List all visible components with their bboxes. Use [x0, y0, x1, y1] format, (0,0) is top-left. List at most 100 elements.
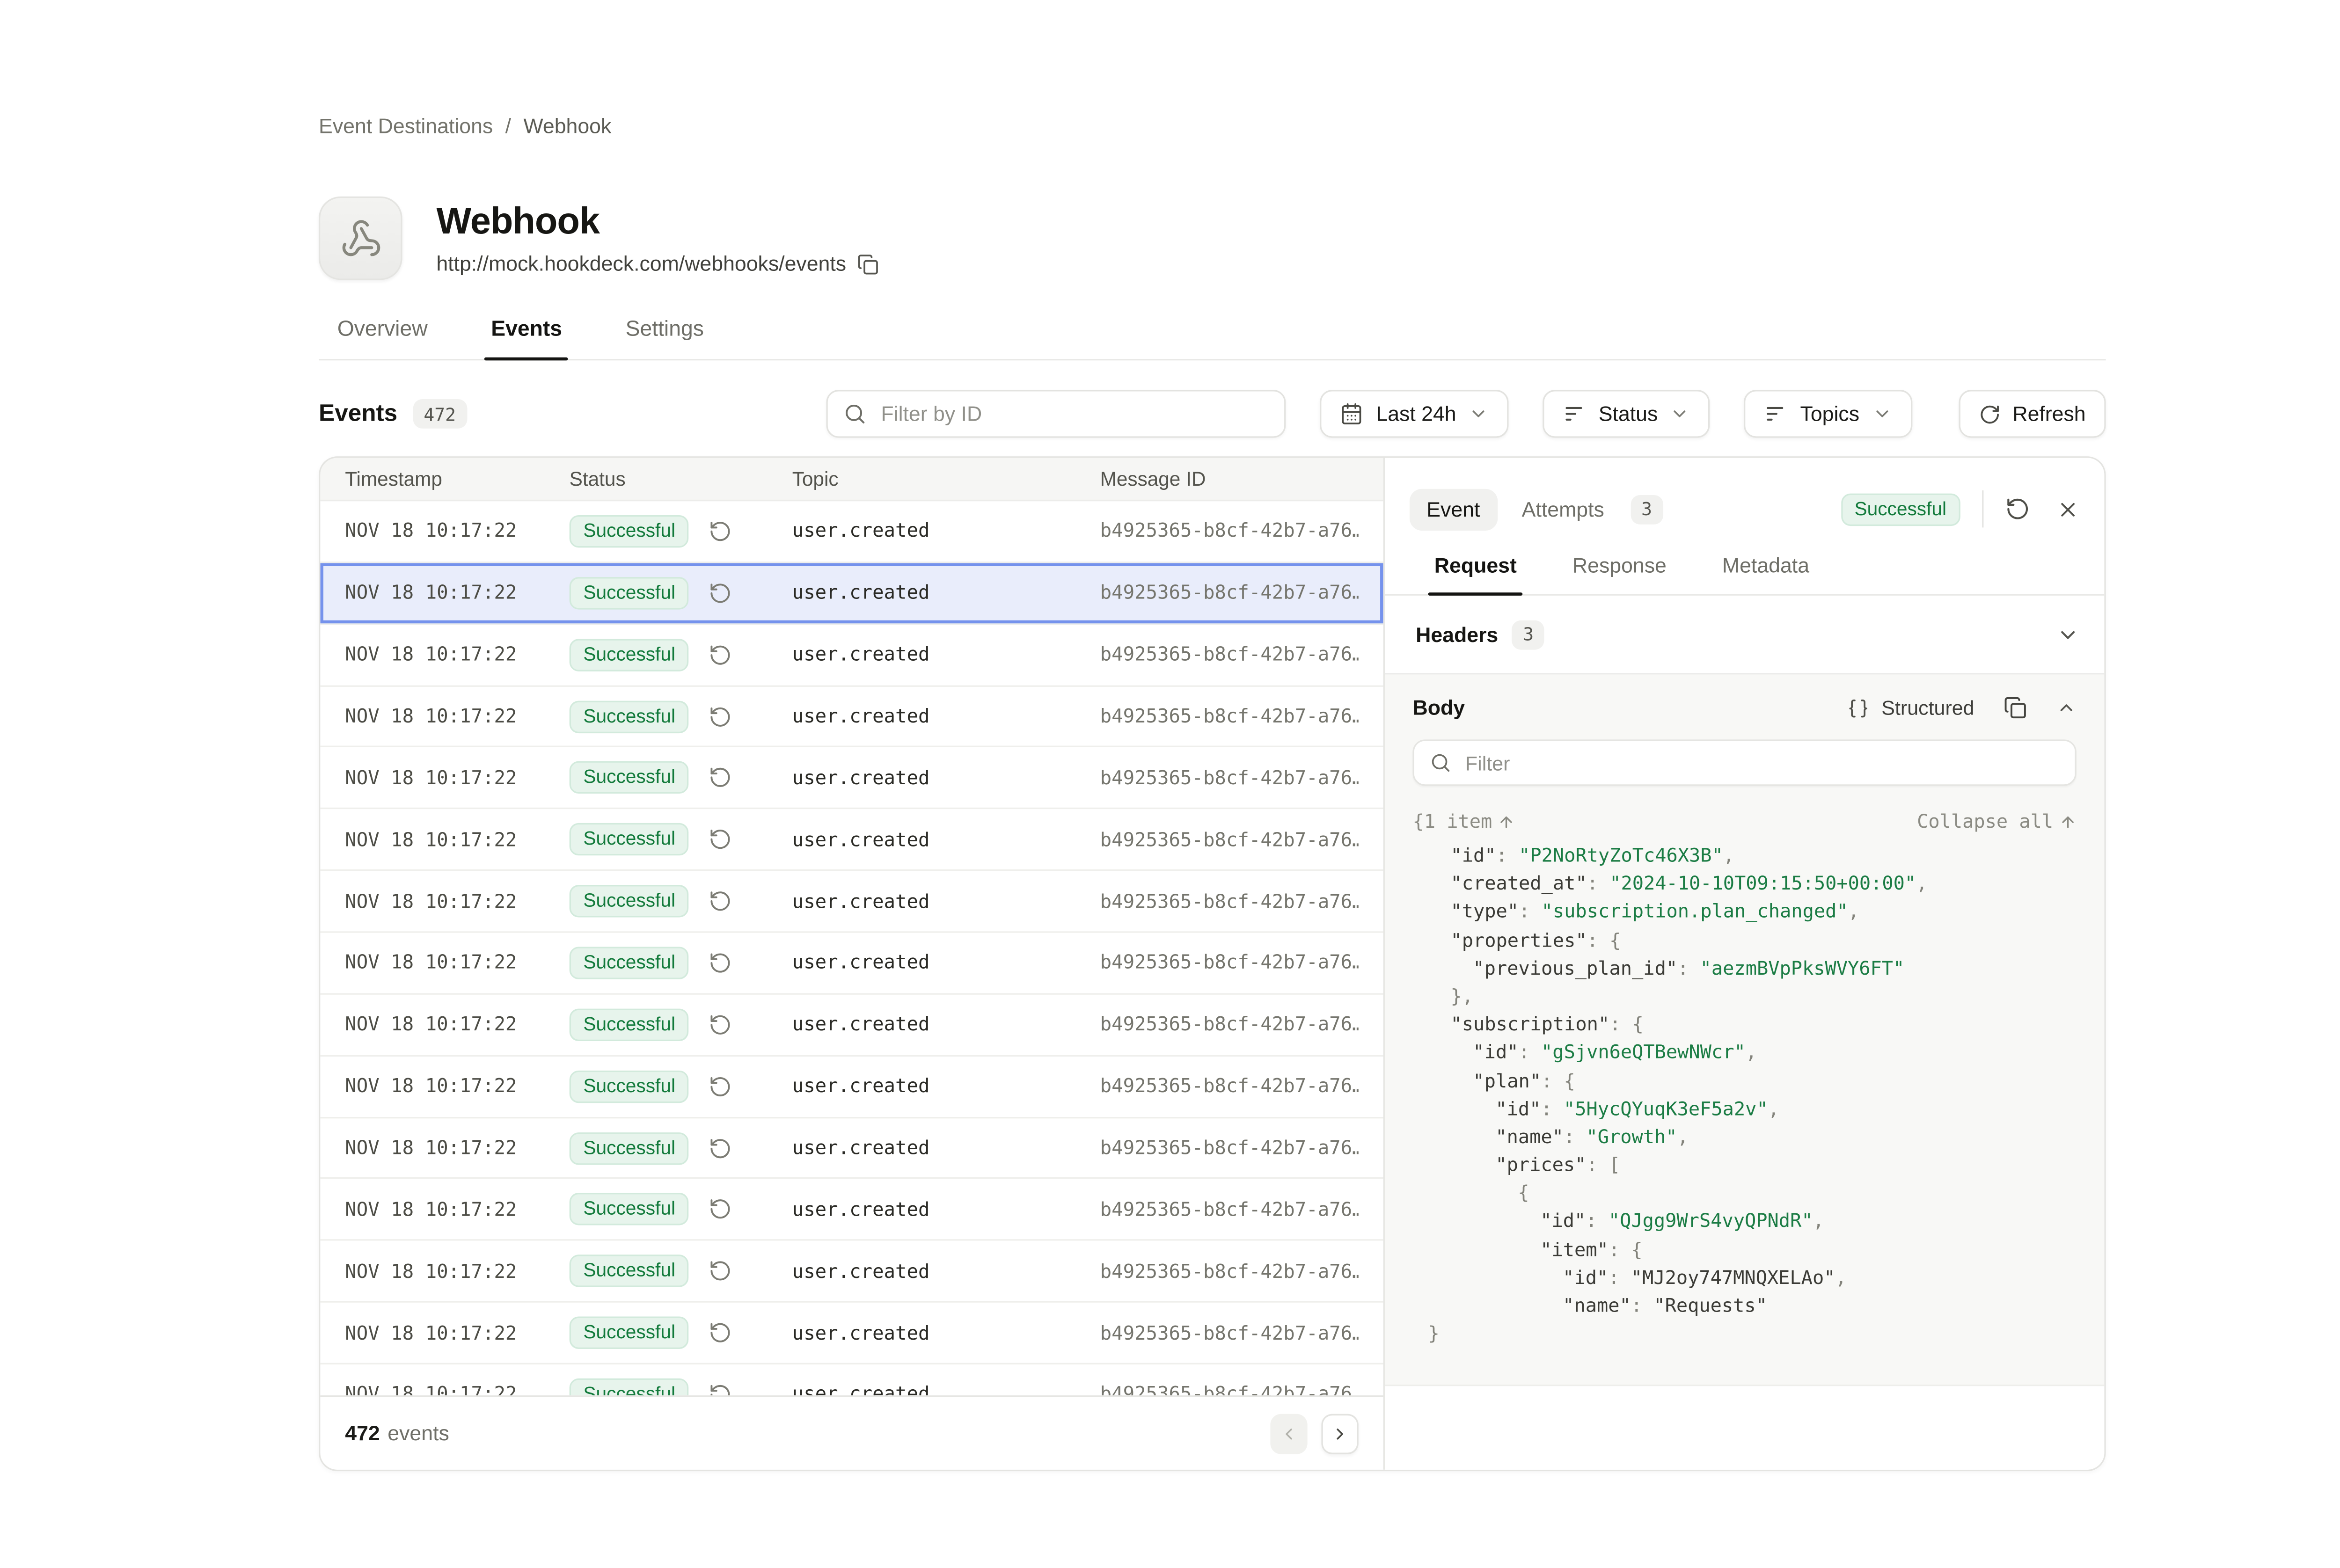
status-filter-label: Status [1599, 402, 1658, 426]
row-topic: user.created [792, 1322, 1100, 1343]
column-message-id: Message ID [1100, 467, 1359, 490]
filter-lines-icon [1563, 402, 1587, 426]
status-badge: Successful [570, 1317, 689, 1349]
json-line: "name": "Growth", [1412, 1123, 2076, 1151]
tab-metadata[interactable]: Metadata [1722, 554, 1809, 594]
tab-events[interactable]: Events [491, 315, 562, 359]
table-row[interactable]: NOV 18 10:17:22Successfuluser.createdb49… [320, 686, 1383, 748]
retry-icon[interactable] [709, 828, 733, 851]
filter-by-id-search[interactable] [827, 390, 1287, 438]
next-page-button[interactable] [1321, 1413, 1358, 1453]
events-heading: Events [319, 400, 397, 428]
row-timestamp: NOV 18 10:17:22 [345, 1199, 569, 1220]
table-row[interactable]: NOV 18 10:17:22Successfuluser.createdb49… [320, 933, 1383, 995]
json-line: "created_at": "2024-10-10T09:15:50+00:00… [1412, 870, 2076, 898]
search-icon [844, 402, 867, 426]
json-line: "id": "P2NoRtyZoTc46X3B", [1412, 842, 2076, 870]
breadcrumb-webhook[interactable]: Webhook [524, 115, 612, 138]
retry-icon[interactable] [709, 1321, 733, 1345]
event-detail-header: Event Attempts 3 Successful [1385, 458, 2104, 554]
search-input[interactable] [878, 401, 1269, 427]
json-item-count: {1 item [1412, 810, 1492, 832]
json-line: "properties": { [1412, 926, 2076, 954]
headers-section-toggle[interactable]: Headers 3 [1385, 596, 2104, 675]
retry-icon[interactable] [709, 1013, 733, 1036]
status-filter-button[interactable]: Status [1543, 390, 1711, 438]
table-row[interactable]: NOV 18 10:17:22Successfuluser.createdb49… [320, 748, 1383, 810]
table-row[interactable]: NOV 18 10:17:22Successfuluser.createdb49… [320, 871, 1383, 933]
table-row[interactable]: NOV 18 10:17:22Successfuluser.createdb49… [320, 1241, 1383, 1303]
row-topic: user.created [792, 1384, 1100, 1395]
retry-icon[interactable] [709, 705, 733, 728]
attempts-count-badge: 3 [1631, 494, 1663, 524]
retry-icon[interactable] [709, 1136, 733, 1160]
table-row[interactable]: NOV 18 10:17:22Successfuluser.createdb49… [320, 1118, 1383, 1180]
retry-icon[interactable] [709, 1075, 733, 1098]
row-status: Successful [570, 1317, 792, 1349]
tab-event[interactable]: Event [1410, 488, 1497, 530]
tab-overview[interactable]: Overview [337, 315, 428, 359]
copy-body-icon[interactable] [2004, 696, 2027, 720]
collapse-all-button[interactable]: Collapse all [1917, 810, 2077, 832]
retry-event-icon[interactable] [2005, 496, 2030, 521]
json-item-count-toggle[interactable]: {1 item [1412, 810, 1515, 832]
tab-attempts[interactable]: Attempts 3 [1522, 494, 1663, 524]
tab-settings[interactable]: Settings [626, 315, 704, 359]
table-row[interactable]: NOV 18 10:17:22Successfuluser.createdb49… [320, 1056, 1383, 1118]
structured-toggle[interactable]: Structured [1848, 696, 1974, 720]
table-row[interactable]: NOV 18 10:17:22Successfuluser.createdb49… [320, 563, 1383, 625]
row-status: Successful [570, 1255, 792, 1287]
row-timestamp: NOV 18 10:17:22 [345, 1322, 569, 1343]
close-icon[interactable] [2056, 497, 2080, 521]
retry-icon[interactable] [709, 951, 733, 975]
json-filter[interactable] [1412, 739, 2076, 786]
row-status: Successful [570, 515, 792, 547]
retry-icon[interactable] [709, 520, 733, 543]
table-row[interactable]: NOV 18 10:17:22Successfuluser.createdb49… [320, 1180, 1383, 1241]
topics-filter-label: Topics [1800, 402, 1860, 426]
table-row[interactable]: NOV 18 10:17:22Successfuluser.createdb49… [320, 1364, 1383, 1395]
retry-icon[interactable] [709, 643, 733, 666]
retry-icon[interactable] [709, 1260, 733, 1283]
row-timestamp: NOV 18 10:17:22 [345, 767, 569, 788]
retry-icon[interactable] [709, 581, 733, 605]
topics-filter-button[interactable]: Topics [1744, 390, 1912, 438]
tab-response[interactable]: Response [1572, 554, 1667, 594]
row-message-id: b4925365-b8cf-42b7-a76… [1100, 890, 1359, 912]
row-status: Successful [570, 576, 792, 609]
refresh-button[interactable]: Refresh [1959, 390, 2106, 438]
tab-request[interactable]: Request [1434, 554, 1517, 594]
retry-icon[interactable] [709, 890, 733, 913]
table-row[interactable]: NOV 18 10:17:22Successfuluser.createdb49… [320, 501, 1383, 563]
column-status: Status [570, 467, 792, 490]
breadcrumb-separator: / [505, 115, 511, 138]
collapse-body-icon[interactable] [2056, 698, 2077, 718]
status-badge: Successful [570, 1255, 689, 1287]
table-row[interactable]: NOV 18 10:17:22Successfuluser.createdb49… [320, 810, 1383, 871]
table-row[interactable]: NOV 18 10:17:22Successfuluser.createdb49… [320, 994, 1383, 1056]
json-filter-input[interactable] [1462, 750, 2059, 776]
table-row[interactable]: NOV 18 10:17:22Successful user.createdb49… [320, 1303, 1383, 1364]
row-timestamp: NOV 18 10:17:22 [345, 829, 569, 850]
headers-label: Headers [1416, 623, 1498, 646]
status-badge: Successful [570, 576, 689, 609]
row-status: Successful [570, 1378, 792, 1396]
braces-icon [1848, 697, 1869, 718]
time-range-button[interactable]: Last 24h [1320, 390, 1509, 438]
row-message-id: b4925365-b8cf-42b7-a76… [1100, 829, 1359, 850]
breadcrumb-event-destinations[interactable]: Event Destinations [319, 115, 493, 138]
retry-icon[interactable] [709, 1198, 733, 1221]
row-timestamp: NOV 18 10:17:22 [345, 1014, 569, 1035]
row-status: Successful [570, 1193, 792, 1225]
retry-icon[interactable] [709, 766, 733, 790]
json-line: "id": "5HycQYuqK3eF5a2v", [1412, 1095, 2076, 1123]
table-row[interactable]: NOV 18 10:17:22Successfuluser.createdb49… [320, 625, 1383, 686]
row-message-id: b4925365-b8cf-42b7-a76… [1100, 1322, 1359, 1343]
row-topic: user.created [792, 706, 1100, 727]
row-status: Successful [570, 638, 792, 671]
copy-url-icon[interactable] [857, 253, 878, 275]
retry-icon[interactable] [709, 1383, 733, 1396]
previous-page-button[interactable] [1270, 1413, 1307, 1453]
row-message-id: b4925365-b8cf-42b7-a76… [1100, 1014, 1359, 1035]
row-timestamp: NOV 18 10:17:22 [345, 1137, 569, 1159]
